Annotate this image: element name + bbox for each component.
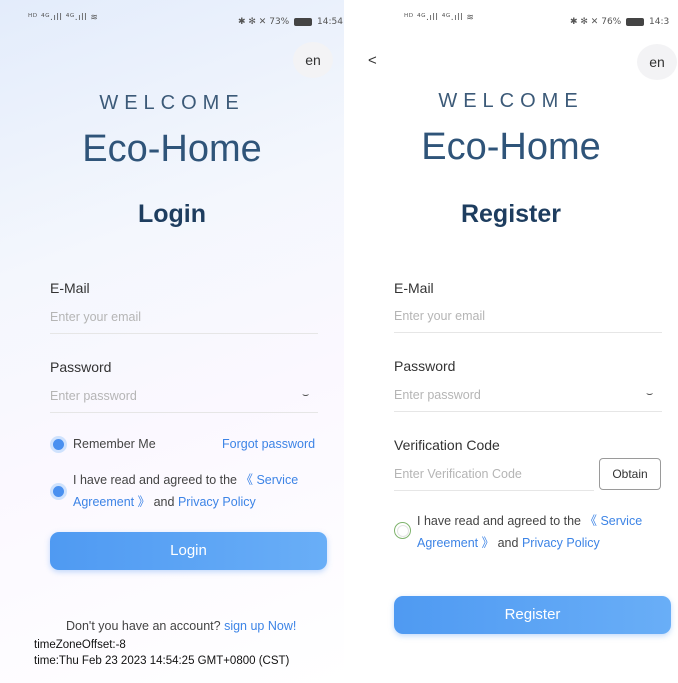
agreement-and: and	[497, 536, 519, 550]
language-button[interactable]: en	[293, 42, 333, 78]
status-time: 14:54	[317, 17, 343, 27]
signal-status: ᴴᴰ ⁴ᴳ.ıll ⁴ᴳ.ıll ≋	[404, 13, 475, 23]
register-screen: ᴴᴰ ⁴ᴳ.ıll ⁴ᴳ.ıll ≋ ✱ ✻ ✕ 76% 14:3 < en W…	[344, 0, 678, 683]
login-button[interactable]: Login	[50, 532, 327, 570]
email-label: E-Mail	[394, 280, 434, 296]
signup-prompt-text: Don't you have an account?	[66, 619, 221, 633]
status-time: 14:3	[649, 17, 670, 27]
email-label: E-Mail	[50, 280, 90, 296]
status-right: ✱ ✻ ✕ 76% 14:3	[570, 17, 669, 27]
welcome-text: WELCOME	[438, 90, 584, 112]
password-input[interactable]: Enter password	[394, 388, 662, 412]
remember-me-label: Remember Me	[73, 437, 156, 451]
battery-icon	[294, 17, 313, 26]
battery-percent: 73%	[269, 17, 290, 27]
verification-code-input[interactable]: Enter Verification Code	[394, 467, 594, 491]
signup-link[interactable]: sign up Now!	[224, 619, 296, 633]
email-input[interactable]: Enter your email	[394, 309, 662, 333]
battery-percent: 76%	[601, 17, 622, 27]
agreement-prefix: I have read and agreed to the	[417, 514, 582, 528]
agreement-and: and	[153, 495, 175, 509]
forgot-password-link[interactable]: Forgot password	[222, 433, 315, 455]
back-arrow-icon[interactable]: <	[368, 52, 377, 69]
obtain-code-button[interactable]: Obtain	[599, 458, 661, 490]
page-title: Register	[460, 200, 562, 228]
battery-icon	[626, 17, 645, 26]
privacy-policy-link[interactable]: Privacy Policy	[178, 495, 256, 509]
email-input[interactable]: Enter your email	[50, 310, 318, 334]
agreement-radio[interactable]	[394, 522, 411, 539]
status-icons: ✱ ✻ ✕	[570, 17, 599, 27]
language-button[interactable]: en	[637, 44, 677, 80]
signal-status: ᴴᴰ ⁴ᴳ.ıll ⁴ᴳ.ıll ≋	[28, 13, 99, 23]
brand-name: Eco-Home	[82, 128, 262, 170]
agreement-radio[interactable]	[50, 483, 67, 500]
password-label: Password	[50, 359, 112, 375]
timezone-offset-text: timeZoneOffset:-8	[34, 639, 126, 651]
page-title: Login	[137, 200, 207, 228]
agreement-text: I have read and agreed to the 《 Service …	[73, 469, 305, 513]
privacy-policy-link[interactable]: Privacy Policy	[522, 536, 600, 550]
eye-closed-icon[interactable]: ⌣	[302, 389, 309, 402]
login-screen: ᴴᴰ ⁴ᴳ.ıll ⁴ᴳ.ıll ≋ ✱ ✻ ✕ 73% 14:54 en WE…	[0, 0, 344, 683]
agreement-prefix: I have read and agreed to the	[73, 473, 238, 487]
verification-code-label: Verification Code	[394, 437, 500, 453]
status-bar: ᴴᴰ ⁴ᴳ.ıll ⁴ᴳ.ıll ≋ ✱ ✻ ✕ 76% 14:3	[344, 0, 678, 36]
status-bar: ᴴᴰ ⁴ᴳ.ıll ⁴ᴳ.ıll ≋ ✱ ✻ ✕ 73% 14:54	[0, 0, 344, 36]
signup-prompt: Don't you have an account? sign up Now!	[66, 615, 296, 637]
status-icons: ✱ ✻ ✕	[238, 17, 267, 27]
debug-time-text: time:Thu Feb 23 2023 14:54:25 GMT+0800 (…	[34, 655, 290, 667]
password-label: Password	[394, 358, 456, 374]
eye-closed-icon[interactable]: ⌣	[646, 388, 653, 401]
agreement-text: I have read and agreed to the 《 Service …	[417, 510, 657, 554]
brand-name: Eco-Home	[421, 126, 601, 168]
register-button[interactable]: Register	[394, 596, 671, 634]
status-right: ✱ ✻ ✕ 73% 14:54	[238, 17, 343, 27]
password-input[interactable]: Enter password	[50, 389, 318, 413]
remember-me-radio[interactable]	[50, 436, 67, 453]
welcome-text: WELCOME	[99, 92, 245, 114]
